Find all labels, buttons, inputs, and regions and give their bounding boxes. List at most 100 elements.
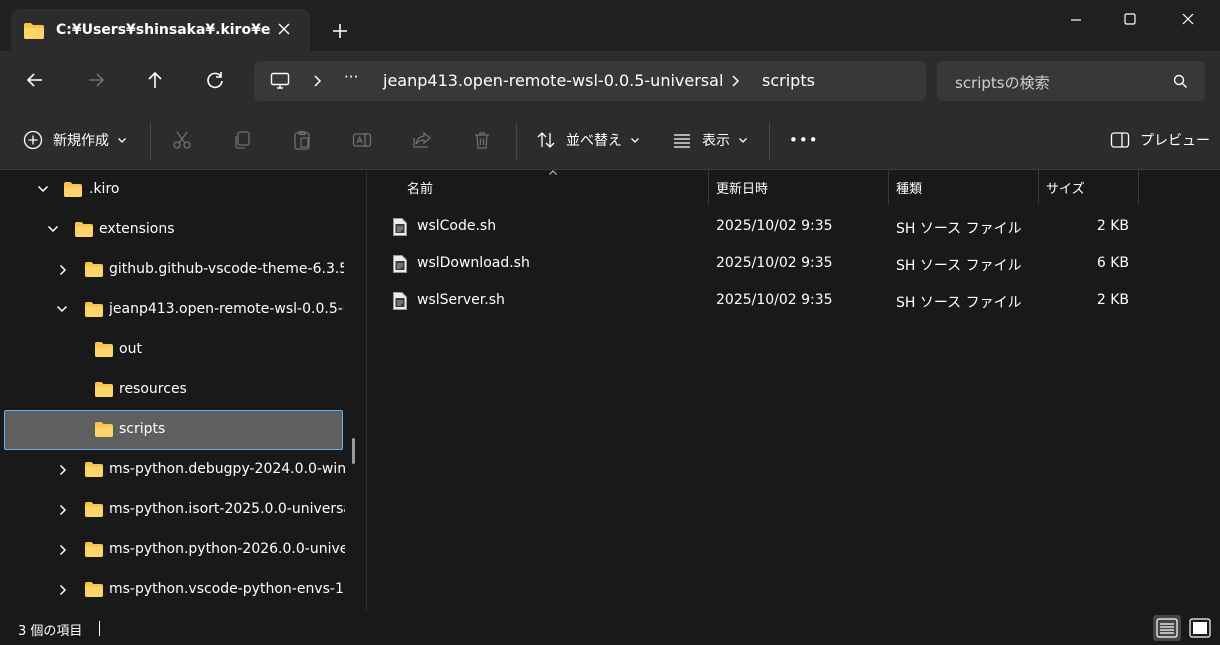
minimize-icon[interactable] [1053,10,1099,30]
share-icon[interactable] [412,111,432,169]
item-count: 3 個の項目 [18,624,83,639]
explorer-tab[interactable]: C:¥Users¥shinsaka¥.kiro¥exter [11,9,310,51]
search-placeholder[interactable]: scriptsの検索 [955,72,1050,93]
tree-item-resources[interactable]: resources [0,370,340,410]
chevron-right-icon[interactable] [58,504,68,516]
toolbar-divider [516,122,517,160]
address-bar[interactable]: ··· jeanp413.open-remote-wsl-0.0.5-unive… [254,61,926,101]
chevron-right-icon[interactable] [58,544,68,556]
tree-item-github-theme[interactable]: github.github-vscode-theme-6.3.5-u [0,250,344,290]
chevron-down-icon [630,137,640,144]
back-arrow-icon[interactable] [25,70,45,90]
column-divider[interactable] [708,170,709,204]
column-divider[interactable] [888,170,889,204]
tree-item-out[interactable]: out [0,330,340,370]
breadcrumb-overflow[interactable]: ··· [344,68,358,86]
delete-icon[interactable] [472,111,492,169]
details-view-icon[interactable] [1153,615,1181,641]
script-file-icon [392,254,408,274]
chevron-right-icon[interactable] [312,74,322,88]
maximize-icon[interactable] [1107,10,1153,30]
file-row[interactable]: wslDownload.sh 2025/10/02 9:35 SH ソース ファ… [367,245,1220,282]
preview-button[interactable]: プレビュー [1110,111,1210,169]
file-type: SH ソース ファイル [896,295,1022,311]
folder-icon [74,221,94,238]
file-name: wslServer.sh [417,292,505,308]
tree-item-label: scripts [119,421,166,437]
toolbar-divider [769,122,770,160]
monitor-icon[interactable] [270,72,290,90]
tree-item-isort[interactable]: ms-python.isort-2025.0.0-universal [0,490,350,530]
breadcrumb-item[interactable]: scripts [762,71,815,90]
command-bar: 新規作成 並べ替え 表示 ••• プレビュー [0,111,1220,170]
column-header-row: 名前 更新日時 種類 サイズ [367,170,1220,204]
up-arrow-icon[interactable] [145,70,165,90]
column-divider[interactable] [1138,170,1139,204]
folder-icon [84,301,104,318]
tree-item-scripts[interactable]: scripts [0,410,340,450]
chevron-right-icon[interactable] [58,464,68,476]
chevron-down-icon [117,137,127,144]
new-button[interactable]: 新規作成 [23,111,127,169]
file-name: wslCode.sh [417,218,497,234]
copy-icon[interactable] [232,111,252,169]
cut-icon[interactable] [172,111,192,169]
tree-item-label: extensions [99,221,175,237]
more-options-button[interactable]: ••• [789,111,819,169]
tree-item-open-remote-wsl[interactable]: jeanp413.open-remote-wsl-0.0.5-ur [0,290,344,330]
tree-item-label: ms-python.isort-2025.0.0-universal [109,501,345,517]
view-button-label: 表示 [702,133,730,149]
view-button[interactable]: 表示 [672,111,748,169]
sort-button[interactable]: 並べ替え [536,111,640,169]
tree-item-python[interactable]: ms-python.python-2026.0.0-universa [0,530,350,570]
chevron-down-icon[interactable] [37,184,49,194]
more-options-icon: ••• [789,131,819,149]
column-header-type[interactable]: 種類 [896,170,922,204]
search-box[interactable]: scriptsの検索 [937,61,1205,101]
tree-item-extensions[interactable]: extensions [0,210,340,250]
file-row[interactable]: wslCode.sh 2025/10/02 9:35 SH ソース ファイル 2… [367,208,1220,245]
tree-item-label: out [119,341,142,357]
chevron-right-icon[interactable] [730,74,740,88]
navigation-pane: .kiro extensions github.github-vscode-th… [0,170,355,612]
close-window-icon[interactable] [1165,10,1211,30]
tree-item-label: ms-python.debugpy-2024.0.0-win32 [109,461,345,477]
folder-icon [94,381,114,398]
folder-icon [94,421,114,438]
refresh-icon[interactable] [205,70,225,90]
chevron-right-icon[interactable] [58,264,68,276]
new-tab-icon[interactable] [331,22,349,40]
status-bar: 3 個の項目 [0,612,1220,645]
status-divider [99,621,100,636]
file-date: 2025/10/02 9:35 [716,292,833,308]
paste-icon[interactable] [292,111,312,169]
tree-item-label: resources [119,381,187,397]
folder-icon [23,22,45,40]
column-header-name[interactable]: 名前 [407,170,433,204]
chevron-down-icon[interactable] [56,304,68,314]
chevron-right-icon[interactable] [58,584,68,596]
view-lines-icon [672,130,692,150]
tree-item-debugpy[interactable]: ms-python.debugpy-2024.0.0-win32 [0,450,350,490]
large-icons-view-icon[interactable] [1186,615,1214,641]
file-row[interactable]: wslServer.sh 2025/10/02 9:35 SH ソース ファイル… [367,282,1220,319]
forward-arrow-icon[interactable] [86,70,106,90]
file-date: 2025/10/02 9:35 [716,218,833,234]
folder-icon [94,341,114,358]
search-icon[interactable] [1173,74,1188,89]
close-tab-icon[interactable] [277,22,291,36]
plus-circle-icon [23,130,43,150]
column-divider[interactable] [1038,170,1039,204]
folder-icon [84,261,104,278]
rename-icon[interactable] [352,111,372,169]
tree-item-kiro[interactable]: .kiro [0,170,340,210]
breadcrumb-item[interactable]: jeanp413.open-remote-wsl-0.0.5-universal [383,71,723,90]
script-file-icon [392,291,408,311]
chevron-down-icon [738,137,748,144]
column-header-size[interactable]: サイズ [1046,170,1085,204]
folder-icon [63,181,83,198]
column-header-date[interactable]: 更新日時 [716,170,768,204]
tree-item-python-envs[interactable]: ms-python.vscode-python-envs-1.1( [0,570,350,610]
chevron-down-icon[interactable] [47,224,59,234]
navigation-scrollbar[interactable] [352,438,355,464]
